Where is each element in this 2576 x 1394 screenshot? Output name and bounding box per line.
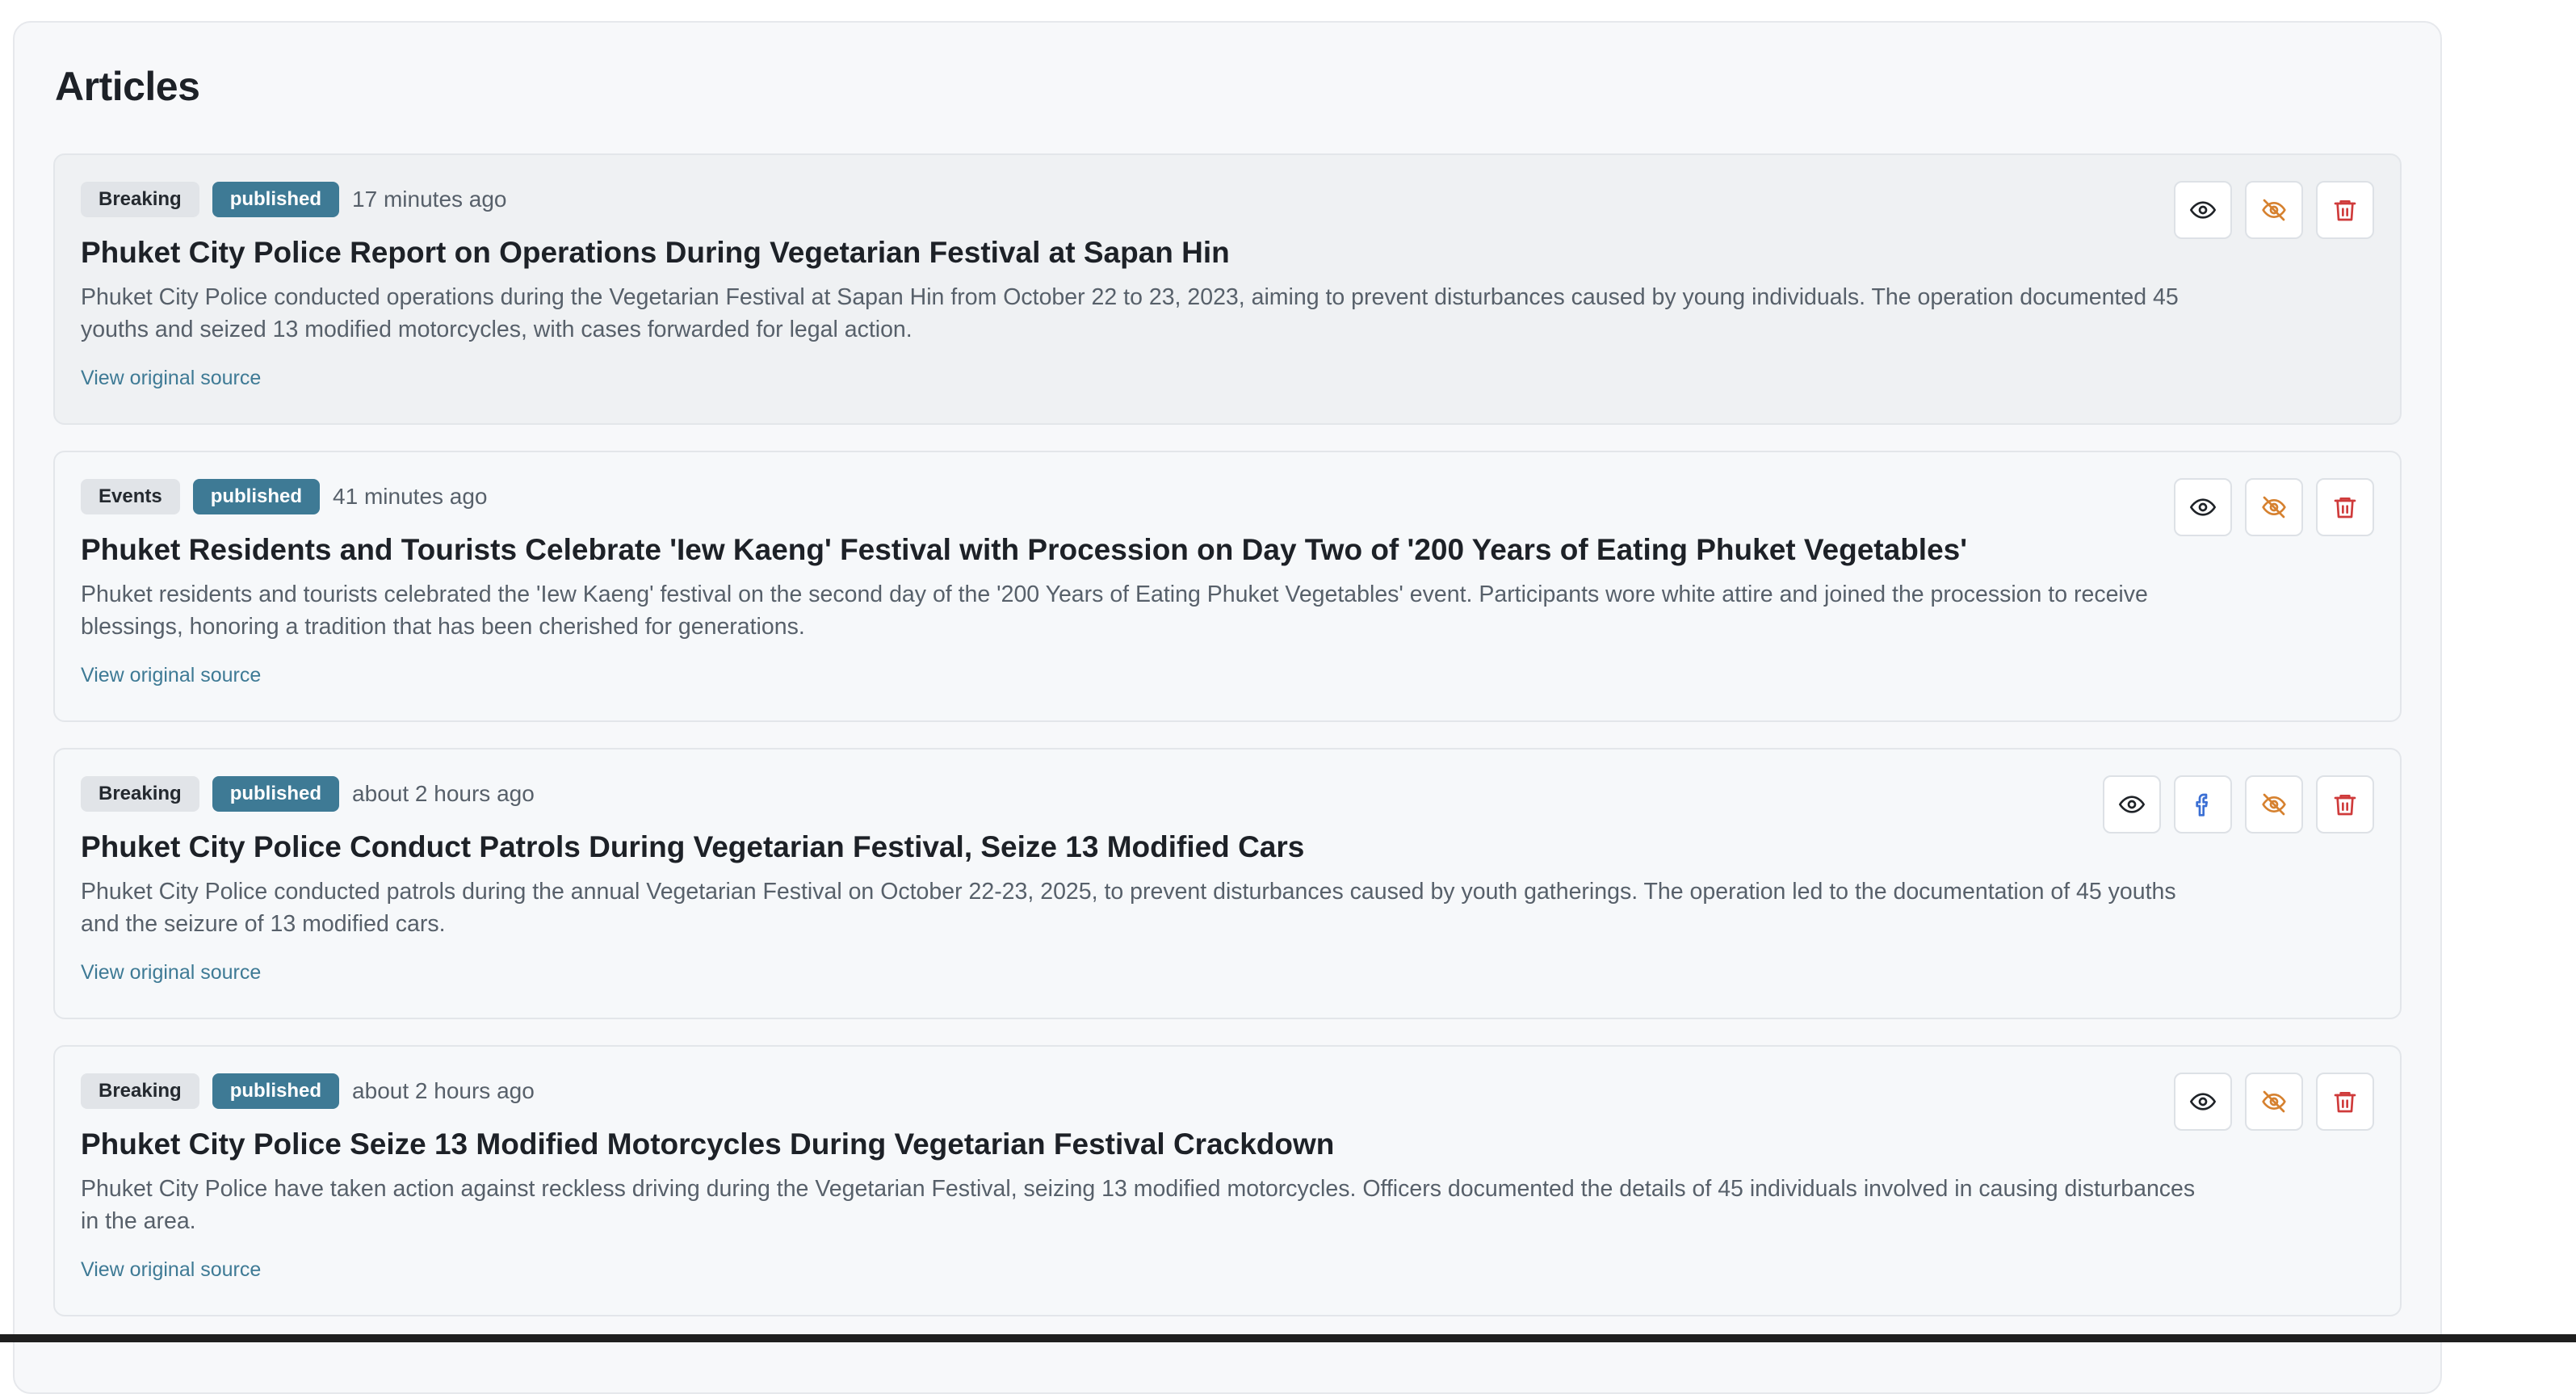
article-meta: Breaking published 17 minutes ago [81, 181, 507, 218]
unpublish-button[interactable] [2245, 1073, 2303, 1131]
article-actions [2174, 1073, 2374, 1131]
article-actions [2174, 478, 2374, 536]
status-badge: published [212, 1073, 340, 1109]
eye-off-icon [2262, 1090, 2286, 1113]
view-original-source-link[interactable]: View original source [81, 1258, 261, 1282]
preview-button[interactable] [2174, 478, 2232, 536]
trash-icon [2334, 498, 2356, 519]
page-title: Articles [55, 64, 200, 109]
trash-icon [2334, 795, 2356, 816]
category-badge: Events [81, 479, 180, 514]
eye-icon [2190, 201, 2216, 219]
preview-button[interactable] [2103, 775, 2161, 833]
article-actions [2174, 181, 2374, 239]
delete-button[interactable] [2316, 1073, 2374, 1131]
view-original-source-link[interactable]: View original source [81, 367, 261, 390]
trash-icon [2334, 200, 2356, 221]
article-timestamp: 17 minutes ago [352, 187, 507, 212]
eye-off-icon [2262, 496, 2286, 519]
article-actions [2103, 775, 2374, 833]
article-summary: Phuket City Police conducted operations … [81, 284, 2179, 342]
article-title: Phuket City Police Seize 13 Modified Mot… [81, 1127, 1335, 1161]
article-title: Phuket City Police Report on Operations … [81, 236, 1230, 269]
eye-icon [2190, 1093, 2216, 1111]
delete-button[interactable] [2316, 775, 2374, 833]
unpublish-button[interactable] [2245, 775, 2303, 833]
article-card: Breaking published 17 minutes ago Phuket… [53, 153, 2402, 425]
article-card: Events published 41 minutes ago Phuket R… [53, 451, 2402, 722]
category-badge: Breaking [81, 182, 199, 217]
delete-button[interactable] [2316, 181, 2374, 239]
delete-button[interactable] [2316, 478, 2374, 536]
category-badge: Breaking [81, 1073, 199, 1109]
article-meta: Events published 41 minutes ago [81, 478, 488, 515]
article-title: Phuket Residents and Tourists Celebrate … [81, 533, 1968, 566]
article-summary: Phuket City Police have taken action aga… [81, 1176, 2196, 1234]
share-facebook-button[interactable] [2174, 775, 2232, 833]
eye-off-icon [2262, 199, 2286, 221]
trash-icon [2334, 1092, 2356, 1113]
article-summary: Phuket residents and tourists celebrated… [81, 582, 2148, 640]
article-summary: Phuket City Police conducted patrols dur… [81, 879, 2176, 937]
preview-button[interactable] [2174, 1073, 2232, 1131]
view-original-source-link[interactable]: View original source [81, 664, 261, 687]
article-card: Breaking published about 2 hours ago Phu… [53, 1045, 2402, 1316]
eye-off-icon [2262, 793, 2286, 816]
articles-panel: Articles Breaking published 17 minutes a… [13, 21, 2442, 1394]
facebook-icon [2196, 793, 2208, 817]
unpublish-button[interactable] [2245, 478, 2303, 536]
article-title: Phuket City Police Conduct Patrols Durin… [81, 830, 1305, 863]
view-original-source-link[interactable]: View original source [81, 961, 261, 985]
eye-icon [2190, 498, 2216, 516]
status-badge: published [212, 776, 340, 812]
article-meta: Breaking published about 2 hours ago [81, 775, 535, 812]
status-badge: published [192, 479, 321, 514]
status-badge: published [212, 182, 340, 217]
article-meta: Breaking published about 2 hours ago [81, 1073, 535, 1110]
category-badge: Breaking [81, 776, 199, 812]
article-timestamp: about 2 hours ago [352, 1078, 535, 1103]
article-timestamp: 41 minutes ago [333, 484, 488, 509]
window-bottom-edge [0, 1334, 2576, 1342]
unpublish-button[interactable] [2245, 181, 2303, 239]
article-timestamp: about 2 hours ago [352, 781, 535, 806]
article-card: Breaking published about 2 hours ago Phu… [53, 748, 2402, 1019]
preview-button[interactable] [2174, 181, 2232, 239]
eye-icon [2119, 796, 2145, 813]
